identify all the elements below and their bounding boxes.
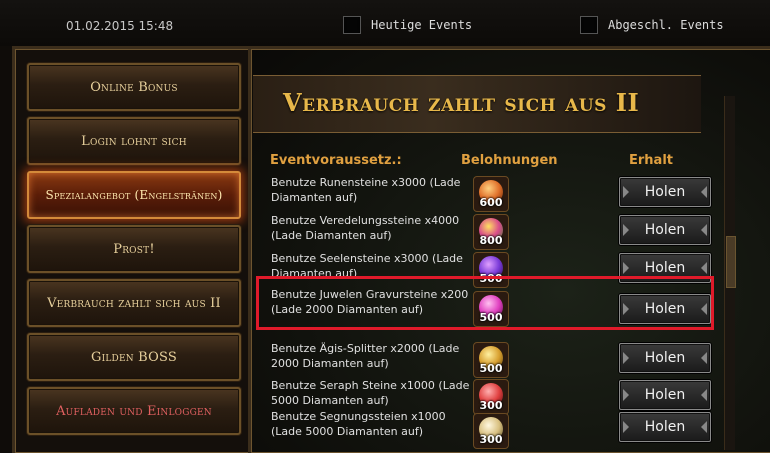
event-sidebar: Online Bonus Login lohnt sich Spezialang… bbox=[12, 46, 252, 453]
today-events-toggle[interactable]: Heutige Events bbox=[343, 16, 472, 34]
arrow-right-icon bbox=[701, 389, 707, 401]
row-condition: Benutze Seraph Steine x1000 (Lade 5000 D… bbox=[271, 379, 470, 407]
reward-quantity: 500 bbox=[479, 272, 503, 285]
claim-button[interactable]: Holen bbox=[619, 343, 711, 373]
sidebar-item-prost[interactable]: Prost! bbox=[27, 225, 241, 273]
claim-label: Holen bbox=[644, 419, 686, 435]
event-panel: Verbrauch zahlt sich aus II Eventvorauss… bbox=[248, 46, 770, 453]
arrow-left-icon bbox=[623, 186, 629, 198]
sidebar-item-spezialangebot[interactable]: Spezialangebot (Engelstränen) bbox=[27, 171, 241, 219]
reward-quantity: 600 bbox=[479, 196, 503, 209]
arrow-right-icon bbox=[701, 186, 707, 198]
arrow-left-icon bbox=[623, 224, 629, 236]
claim-label: Holen bbox=[644, 260, 686, 276]
reward-quantity: 500 bbox=[479, 311, 503, 324]
claim-label: Holen bbox=[644, 222, 686, 238]
row-condition: Benutze Ägis-Splitter x2000 (Lade 2000 D… bbox=[271, 342, 460, 370]
arrow-left-icon bbox=[623, 303, 629, 315]
today-events-label: Heutige Events bbox=[371, 18, 473, 32]
event-row: Benutze Runensteine x3000 (Lade Diamante… bbox=[251, 173, 721, 212]
arrow-right-icon bbox=[701, 303, 707, 315]
reward-quantity: 500 bbox=[479, 362, 503, 375]
list-scrollbar[interactable] bbox=[724, 96, 736, 450]
claim-button[interactable]: Holen bbox=[619, 177, 711, 207]
event-row: Benutze Ägis-Splitter x2000 (Lade 2000 D… bbox=[251, 339, 721, 378]
reward-item[interactable]: 800 bbox=[473, 214, 509, 250]
row-condition: Benutze Segnungssteien x1000 (Lade 5000 … bbox=[271, 410, 446, 438]
claim-button[interactable]: Holen bbox=[619, 253, 711, 283]
row-condition: Benutze Veredelungssteine x4000 (Lade Di… bbox=[271, 214, 460, 242]
column-header-condition: Eventvoraussetz.: bbox=[270, 153, 402, 168]
reward-quantity: 300 bbox=[479, 433, 503, 446]
arrow-right-icon bbox=[701, 224, 707, 236]
arrow-left-icon bbox=[623, 352, 629, 364]
scroll-thumb[interactable] bbox=[726, 236, 736, 288]
top-bar: 01.02.2015 15:48 Heutige Events Abgeschl… bbox=[0, 0, 770, 46]
arrow-left-icon bbox=[623, 421, 629, 433]
sidebar-item-login-lohnt-sich[interactable]: Login lohnt sich bbox=[27, 117, 241, 165]
claim-button[interactable]: Holen bbox=[619, 412, 711, 442]
event-row: Benutze Juwelen Gravursteine x200 (Lade … bbox=[251, 285, 721, 331]
row-condition: Benutze Runensteine x3000 (Lade Diamante… bbox=[271, 176, 461, 204]
arrow-right-icon bbox=[701, 262, 707, 274]
claim-button[interactable]: Holen bbox=[619, 294, 711, 324]
arrow-right-icon bbox=[701, 352, 707, 364]
arrow-right-icon bbox=[701, 421, 707, 433]
reward-item[interactable]: 600 bbox=[473, 176, 509, 212]
claim-button[interactable]: Holen bbox=[619, 380, 711, 410]
today-events-checkbox[interactable] bbox=[343, 16, 361, 34]
completed-events-checkbox[interactable] bbox=[580, 16, 598, 34]
reward-item[interactable]: 500 bbox=[473, 342, 509, 378]
column-header-reward: Belohnungen bbox=[461, 153, 558, 168]
event-row: Benutze Seelensteine x3000 (Lade Diamant… bbox=[251, 249, 721, 288]
arrow-left-icon bbox=[623, 262, 629, 274]
sidebar-item-aufladen[interactable]: Aufladen und Einloggen bbox=[27, 387, 241, 435]
page-title: Verbrauch zahlt sich aus II bbox=[283, 88, 640, 117]
reward-item[interactable]: 500 bbox=[473, 291, 509, 327]
claim-button[interactable]: Holen bbox=[619, 215, 711, 245]
row-condition: Benutze Juwelen Gravursteine x200 (Lade … bbox=[271, 288, 469, 316]
reward-item[interactable]: 500 bbox=[473, 252, 509, 288]
claim-label: Holen bbox=[644, 350, 686, 366]
reward-quantity: 800 bbox=[479, 234, 503, 247]
claim-label: Holen bbox=[644, 387, 686, 403]
column-header-claim: Erhalt bbox=[629, 153, 673, 168]
claim-label: Holen bbox=[644, 301, 686, 317]
sidebar-item-gilden-boss[interactable]: Gilden BOSS bbox=[27, 333, 241, 381]
reward-item[interactable]: 300 bbox=[473, 413, 509, 449]
datetime: 01.02.2015 15:48 bbox=[66, 19, 174, 33]
sidebar-item-online-bonus[interactable]: Online Bonus bbox=[27, 63, 241, 111]
event-banner: Verbrauch zahlt sich aus II bbox=[253, 75, 701, 133]
sidebar-item-verbrauch[interactable]: Verbrauch zahlt sich aus II bbox=[27, 279, 241, 327]
event-row: Benutze Veredelungssteine x4000 (Lade Di… bbox=[251, 211, 721, 250]
event-row: Benutze Segnungssteien x1000 (Lade 5000 … bbox=[251, 407, 721, 453]
completed-events-toggle[interactable]: Abgeschl. Events bbox=[580, 16, 724, 34]
row-condition: Benutze Seelensteine x3000 (Lade Diamant… bbox=[271, 252, 463, 280]
claim-label: Holen bbox=[644, 184, 686, 200]
completed-events-label: Abgeschl. Events bbox=[608, 18, 724, 32]
arrow-left-icon bbox=[623, 389, 629, 401]
